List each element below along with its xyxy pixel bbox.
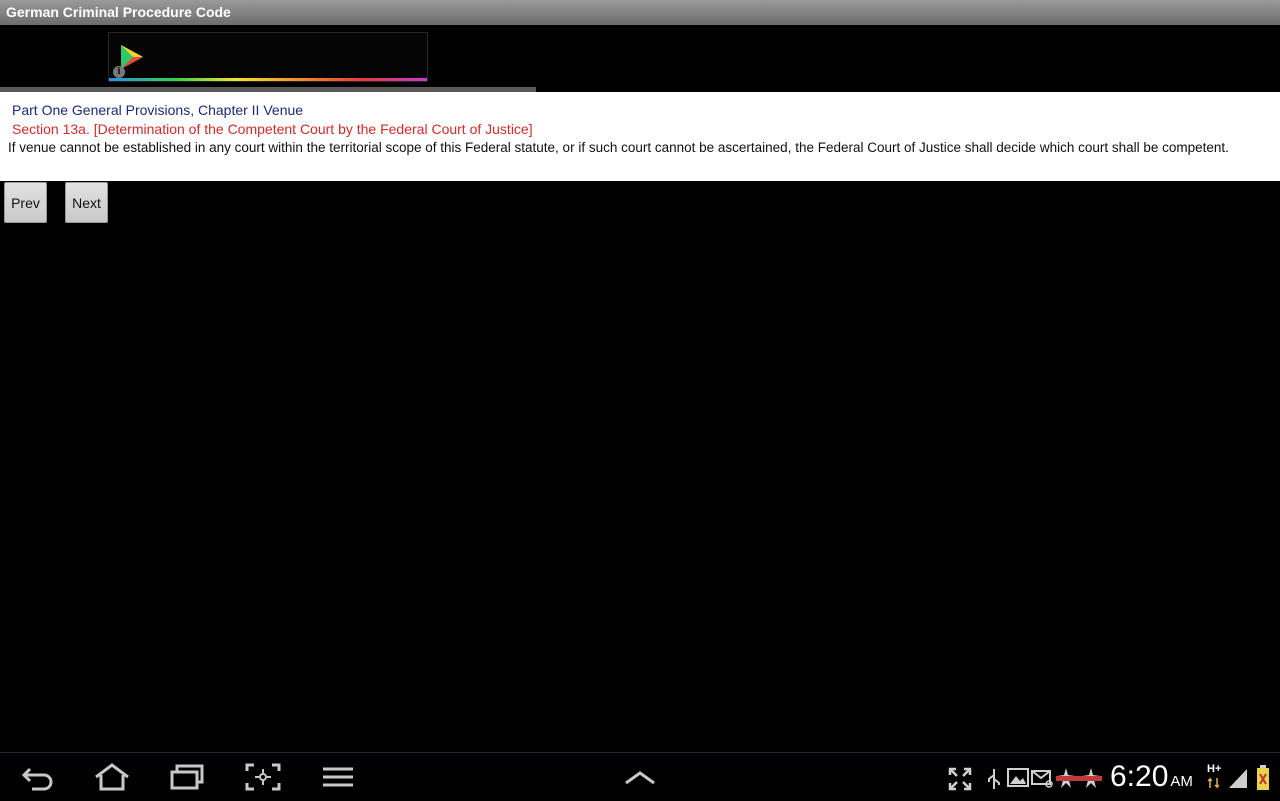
next-button[interactable]: Next xyxy=(65,182,108,223)
usb-icon xyxy=(988,769,1000,789)
content-panel: Part One General Provisions, Chapter II … xyxy=(0,92,1280,181)
section-body: If venue cannot be established in any co… xyxy=(8,140,1229,155)
section-title: Section 13a. [Determination of the Compe… xyxy=(12,121,533,137)
expand-icon[interactable] xyxy=(948,767,972,791)
signal-icon xyxy=(1229,769,1247,788)
clock-time: 6:20 xyxy=(1110,760,1169,793)
back-icon[interactable] xyxy=(20,763,56,791)
ad-info-label: i xyxy=(117,67,121,77)
data-transfer-icon xyxy=(1207,777,1220,789)
chevron-up-icon[interactable] xyxy=(622,763,658,791)
screenshot-icon[interactable] xyxy=(245,763,281,791)
ad-rainbow-strip xyxy=(109,78,427,81)
clock-ampm: AM xyxy=(1170,773,1193,790)
clock[interactable]: 6:20 AM xyxy=(1110,759,1193,800)
email-icon xyxy=(1031,770,1053,788)
ad-area: i xyxy=(0,25,536,92)
game-icon xyxy=(1056,768,1102,788)
app-title: German Criminal Procedure Code xyxy=(6,4,231,20)
network-type: H+ xyxy=(1207,763,1222,775)
gallery-icon xyxy=(1007,768,1029,787)
home-icon[interactable] xyxy=(94,763,130,791)
system-nav-bar: 6:20 AM H+ xyxy=(0,752,1280,801)
ad-info-icon[interactable]: i xyxy=(113,66,125,78)
breadcrumb: Part One General Provisions, Chapter II … xyxy=(12,102,304,118)
app-title-bar: German Criminal Procedure Code xyxy=(0,0,1280,25)
menu-icon[interactable] xyxy=(320,763,356,791)
battery-icon xyxy=(1257,765,1269,790)
recent-apps-icon[interactable] xyxy=(169,763,205,791)
ad-banner[interactable]: i xyxy=(108,32,428,82)
prev-button[interactable]: Prev xyxy=(4,182,47,223)
